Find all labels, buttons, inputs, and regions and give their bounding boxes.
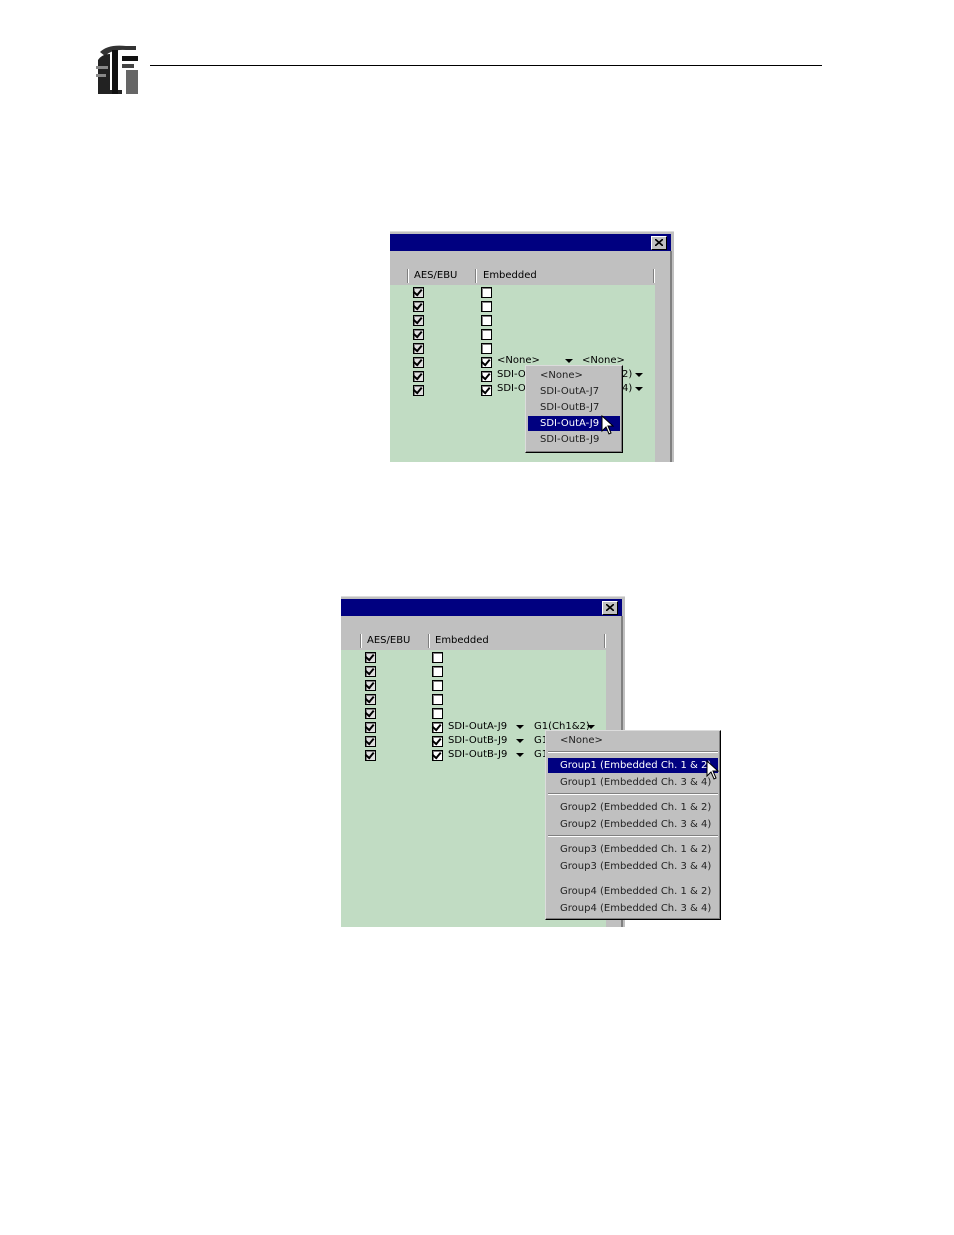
embedded-checkbox[interactable] [481,287,492,298]
column-header-row: AES/EBU Embedded [390,269,654,284]
company-logo-icon [96,42,139,94]
menu-item[interactable]: Group2 (Embedded Ch. 3 & 4) [548,817,718,832]
menu-item[interactable]: <None> [528,368,620,383]
menu-item[interactable]: Group1 (Embedded Ch. 3 & 4) [548,775,718,790]
embedded-checkbox[interactable] [481,371,492,382]
embedded-checkbox[interactable] [432,736,443,747]
mouse-pointer-icon [706,760,720,780]
aes-ebu-checkbox[interactable] [365,736,376,747]
output-select[interactable]: SDI-O [497,369,526,381]
menu-item-selected[interactable]: Group1 (Embedded Ch. 1 & 2) [548,758,718,773]
aes-ebu-checkbox[interactable] [413,329,424,340]
group-select[interactable]: 2) [622,369,632,381]
column-header-spacer [341,634,361,648]
output-select[interactable]: SDI-OutB-J9 [448,749,507,761]
group-select[interactable]: 4) [622,383,632,395]
window-titlebar [390,234,671,251]
header-rule [150,65,822,66]
embedded-checkbox[interactable] [432,708,443,719]
mouse-pointer-icon [601,415,615,435]
aes-ebu-checkbox[interactable] [413,287,424,298]
menu-item[interactable]: Group4 (Embedded Ch. 1 & 2) [548,884,718,899]
embedded-checkbox[interactable] [481,315,492,326]
column-header-embedded[interactable]: Embedded [477,269,654,283]
aes-ebu-checkbox[interactable] [365,750,376,761]
screenshot-group-selection: AES/EBU Embedded SDI-OutA-J9 G1(Ch1&2) S… [341,596,721,927]
close-button[interactable] [602,601,618,615]
column-header-row: AES/EBU Embedded [341,634,605,649]
embedded-checkbox[interactable] [481,385,492,396]
menu-item[interactable]: SDI-OutB-J7 [528,400,620,415]
aes-ebu-checkbox[interactable] [413,371,424,382]
window-border [390,231,674,232]
aes-ebu-checkbox[interactable] [365,722,376,733]
embedded-checkbox[interactable] [432,722,443,733]
aes-ebu-checkbox[interactable] [413,357,424,368]
embedded-checkbox[interactable] [481,343,492,354]
embedded-checkbox[interactable] [432,694,443,705]
window-border [341,596,625,597]
embedded-checkbox[interactable] [432,652,443,663]
menu-separator [548,835,718,837]
close-icon [655,239,663,246]
aes-ebu-checkbox[interactable] [413,385,424,396]
close-button[interactable] [651,236,667,250]
column-header-aes-ebu[interactable]: AES/EBU [361,634,429,648]
aes-ebu-checkbox[interactable] [365,694,376,705]
aes-ebu-checkbox[interactable] [413,301,424,312]
aes-ebu-checkbox[interactable] [365,666,376,677]
embedded-checkbox[interactable] [481,329,492,340]
aes-ebu-checkbox[interactable] [413,315,424,326]
output-select[interactable]: SDI-OutA-J9 [448,721,507,733]
aes-ebu-checkbox[interactable] [365,708,376,719]
embedded-checkbox[interactable] [481,301,492,312]
dropdown-arrow-icon[interactable] [516,753,524,757]
embedded-checkbox[interactable] [481,357,492,368]
output-select[interactable]: SDI-O [497,383,526,395]
aes-ebu-checkbox[interactable] [365,652,376,663]
window-right-border [670,251,672,462]
aes-ebu-checkbox[interactable] [365,680,376,691]
dropdown-arrow-icon[interactable] [516,725,524,729]
group-dropdown-menu: <None> Group1 (Embedded Ch. 1 & 2) Group… [545,730,721,920]
dropdown-arrow-icon[interactable] [635,387,643,391]
column-header-spacer [390,269,408,283]
column-header-embedded[interactable]: Embedded [429,634,605,648]
menu-item[interactable]: Group3 (Embedded Ch. 1 & 2) [548,842,718,857]
dropdown-arrow-icon[interactable] [565,359,573,363]
menu-item[interactable]: <None> [548,733,718,748]
menu-separator [548,751,718,753]
embedded-checkbox[interactable] [432,750,443,761]
menu-item[interactable]: Group3 (Embedded Ch. 3 & 4) [548,859,718,874]
screenshot-output-selection: AES/EBU Embedded <None> <None> SDI-O 2) … [390,231,674,462]
aes-ebu-checkbox[interactable] [413,343,424,354]
close-icon [606,604,614,611]
output-select[interactable]: SDI-OutB-J9 [448,735,507,747]
embedded-checkbox[interactable] [432,666,443,677]
menu-item[interactable]: SDI-OutA-J7 [528,384,620,399]
embedded-checkbox[interactable] [432,680,443,691]
dropdown-arrow-icon[interactable] [516,739,524,743]
menu-separator [548,793,718,795]
window-titlebar [341,599,622,616]
column-header-aes-ebu[interactable]: AES/EBU [408,269,476,283]
dropdown-arrow-icon[interactable] [635,373,643,377]
menu-item[interactable]: Group2 (Embedded Ch. 1 & 2) [548,800,718,815]
output-dropdown-menu: <None> SDI-OutA-J7 SDI-OutB-J7 SDI-OutA-… [525,365,623,453]
menu-item[interactable]: Group4 (Embedded Ch. 3 & 4) [548,901,718,916]
dropdown-arrow-icon[interactable] [587,725,595,729]
